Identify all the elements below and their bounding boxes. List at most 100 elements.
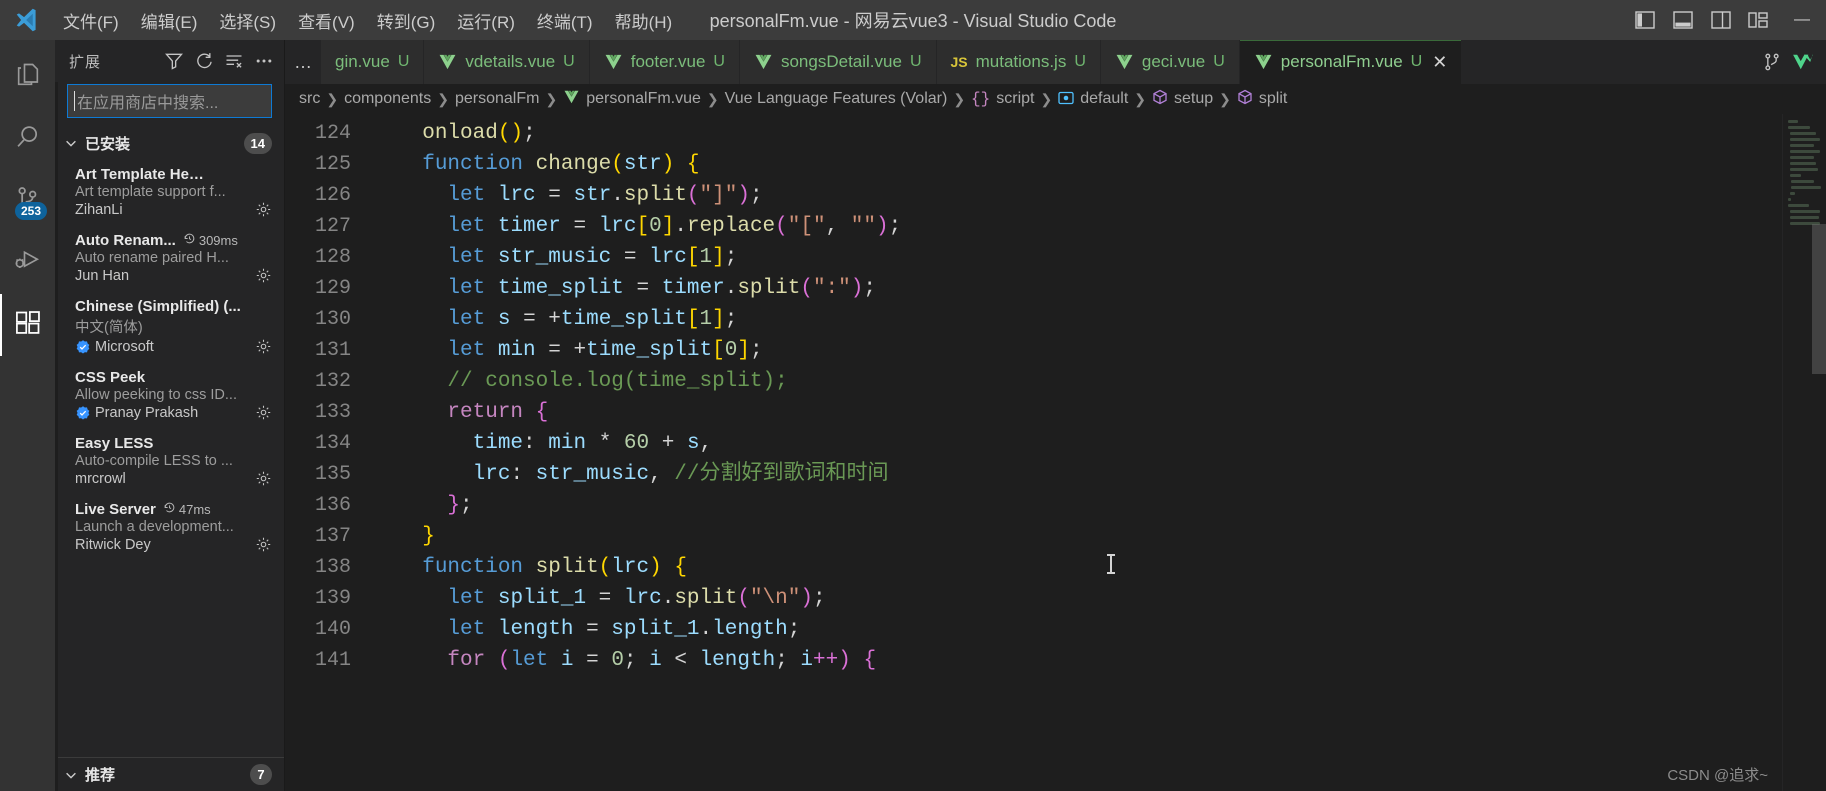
- list-item[interactable]: Easy LESS Auto-compile LESS to ... mrcro…: [55, 429, 284, 495]
- code-line[interactable]: }: [393, 521, 1782, 552]
- clear-search-results-icon[interactable]: [220, 47, 248, 75]
- code-line[interactable]: let str_music = lrc[1];: [393, 242, 1782, 273]
- vscode-window: 文件(F) 编辑(E) 选择(S) 查看(V) 转到(G) 运行(R) 终端(T…: [0, 0, 1826, 791]
- minimap[interactable]: [1782, 114, 1826, 791]
- code-line[interactable]: lrc: str_music, //分割好到歌词和时间: [393, 459, 1782, 490]
- tab-mutations-js[interactable]: JS mutations.js U: [936, 40, 1101, 84]
- code-line[interactable]: let s = +time_split[1];: [393, 304, 1782, 335]
- vscode-logo-icon: [0, 7, 52, 33]
- split-editor-icon[interactable]: [1762, 52, 1782, 72]
- minimize-button[interactable]: —: [1778, 0, 1826, 40]
- breadcrumb-label: personalFm.vue: [586, 90, 701, 107]
- code-line[interactable]: onload();: [393, 118, 1782, 149]
- list-item[interactable]: CSS Peek Allow peeking to css ID... Pran…: [55, 363, 284, 429]
- activitybar-item-explorer[interactable]: [0, 46, 55, 108]
- breadcrumb-item-volar[interactable]: Vue Language Features (Volar): [725, 90, 948, 108]
- refresh-icon[interactable]: [190, 47, 218, 75]
- line-number: 138: [314, 556, 351, 579]
- code-line[interactable]: function split(lrc) {: [393, 552, 1782, 583]
- menu-run[interactable]: 运行(R): [446, 0, 526, 40]
- tab-personalfm-vue[interactable]: personalFm.vue U ✕: [1239, 40, 1463, 84]
- breadcrumb-item-script[interactable]: {} script: [971, 90, 1034, 108]
- tab-login-vue[interactable]: gin.vue U: [321, 40, 425, 84]
- list-item[interactable]: Live Server 47ms Launch a development...…: [55, 495, 284, 561]
- code-line[interactable]: for (let i = 0; i < length; i++) {: [393, 645, 1782, 676]
- breadcrumb-item-setup[interactable]: setup: [1152, 89, 1213, 110]
- fold-gutter[interactable]: [371, 114, 393, 791]
- tab-label: vdetails.vue: [465, 52, 556, 71]
- activitybar-item-extensions[interactable]: [0, 294, 55, 356]
- menu-bar[interactable]: 文件(F) 编辑(E) 选择(S) 查看(V) 转到(G) 运行(R) 终端(T…: [52, 0, 683, 40]
- text-caret: [74, 91, 75, 111]
- code-line[interactable]: let lrc = str.split("]");: [393, 180, 1782, 211]
- code-line[interactable]: time: min * 60 + s,: [393, 428, 1782, 459]
- tab-geci-vue[interactable]: geci.vue U: [1100, 40, 1240, 84]
- code-line[interactable]: let min = +time_split[0];: [393, 335, 1782, 366]
- vue-actions-icon[interactable]: [1792, 53, 1814, 71]
- extension-publisher: mrcrowl: [75, 470, 126, 487]
- breadcrumb-item-personalfm[interactable]: personalFm: [455, 90, 539, 108]
- editor-scrollbar[interactable]: [1812, 224, 1826, 374]
- breadcrumb-item-components[interactable]: components: [344, 90, 431, 108]
- code-line[interactable]: let split_1 = lrc.split("\n");: [393, 583, 1782, 614]
- toggle-secondary-sidebar-icon[interactable]: [1702, 0, 1740, 40]
- list-item[interactable]: Auto Renam... 309ms Auto rename paired H…: [55, 226, 284, 292]
- gear-icon[interactable]: [255, 201, 272, 218]
- gear-icon[interactable]: [255, 536, 272, 553]
- search-input[interactable]: 在应用商店中搜索...: [67, 84, 272, 118]
- menu-go[interactable]: 转到(G): [366, 0, 447, 40]
- list-item[interactable]: Art Template Helper Art template support…: [55, 160, 284, 226]
- breadcrumb-item-personalfm-vue[interactable]: personalFm.vue: [563, 90, 701, 109]
- editor-tabs[interactable]: gin.vue U vdetails.vue U footer.vue U so…: [321, 40, 1750, 84]
- gear-icon[interactable]: [255, 267, 272, 284]
- code-line[interactable]: function change(str) {: [393, 149, 1782, 180]
- breadcrumb-label: personalFm: [454, 90, 540, 107]
- line-number: 139: [314, 587, 351, 610]
- editor-actions: [1750, 40, 1826, 84]
- activitybar-item-source-control[interactable]: 253: [0, 170, 55, 232]
- toggle-panel-icon[interactable]: [1664, 0, 1702, 40]
- gear-icon[interactable]: [255, 338, 272, 355]
- menu-edit[interactable]: 编辑(E): [130, 0, 209, 40]
- code-line[interactable]: };: [393, 490, 1782, 521]
- more-actions-icon[interactable]: [250, 47, 278, 75]
- close-icon[interactable]: ✕: [1432, 53, 1447, 71]
- activitybar-item-run-and-debug[interactable]: [0, 232, 55, 294]
- section-installed[interactable]: 已安装 14: [55, 126, 284, 160]
- line-number: 126: [314, 184, 351, 207]
- menu-selection[interactable]: 选择(S): [208, 0, 287, 40]
- code-line[interactable]: // console.log(time_split);: [393, 366, 1782, 397]
- history-icon: [163, 501, 176, 517]
- code-line[interactable]: let length = split_1.length;: [393, 614, 1782, 645]
- menu-view[interactable]: 查看(V): [287, 0, 366, 40]
- code-line[interactable]: let timer = lrc[0].replace("[", "");: [393, 211, 1782, 242]
- menu-help[interactable]: 帮助(H): [604, 0, 684, 40]
- extension-description: Auto rename paired H...: [75, 250, 229, 266]
- breadcrumb-item-split[interactable]: split: [1237, 89, 1287, 110]
- minimap-line: [1791, 180, 1814, 183]
- tab-footer-vue[interactable]: footer.vue U: [589, 40, 740, 84]
- customize-layout-icon[interactable]: [1740, 0, 1778, 40]
- menu-terminal[interactable]: 终端(T): [526, 0, 604, 40]
- activitybar-item-search[interactable]: [0, 108, 55, 170]
- code-editor[interactable]: 124 125 126 127 128 129 130 131 132 133 134 135 136 1…: [285, 114, 1826, 791]
- breadcrumb-item-src[interactable]: src: [299, 90, 320, 108]
- minimap-line: [1789, 144, 1815, 147]
- tab-vdetails-vue[interactable]: vdetails.vue U: [424, 40, 590, 84]
- gear-icon[interactable]: [255, 470, 272, 487]
- filter-icon[interactable]: [160, 47, 188, 75]
- installed-extensions-list[interactable]: Art Template Helper Art template support…: [55, 160, 284, 757]
- tab-songsdetail-vue[interactable]: songsDetail.vue U: [739, 40, 937, 84]
- list-item[interactable]: Chinese (Simplified) (... 中文(简体) Microso…: [55, 292, 284, 363]
- menu-file[interactable]: 文件(F): [52, 0, 130, 40]
- chevron-right-icon: ❯: [953, 90, 966, 107]
- code-content[interactable]: onload(); function change(str) { let lrc…: [393, 114, 1782, 791]
- section-recommended[interactable]: 推荐 7: [55, 757, 284, 791]
- breadcrumb[interactable]: src ❯ components ❯ personalFm ❯ personal…: [285, 84, 1826, 114]
- code-line[interactable]: return {: [393, 397, 1782, 428]
- more-tabs-icon[interactable]: …: [285, 40, 321, 84]
- gear-icon[interactable]: [255, 404, 272, 421]
- breadcrumb-item-default[interactable]: default: [1058, 90, 1128, 109]
- code-line[interactable]: let time_split = timer.split(":");: [393, 273, 1782, 304]
- toggle-primary-sidebar-icon[interactable]: [1626, 0, 1664, 40]
